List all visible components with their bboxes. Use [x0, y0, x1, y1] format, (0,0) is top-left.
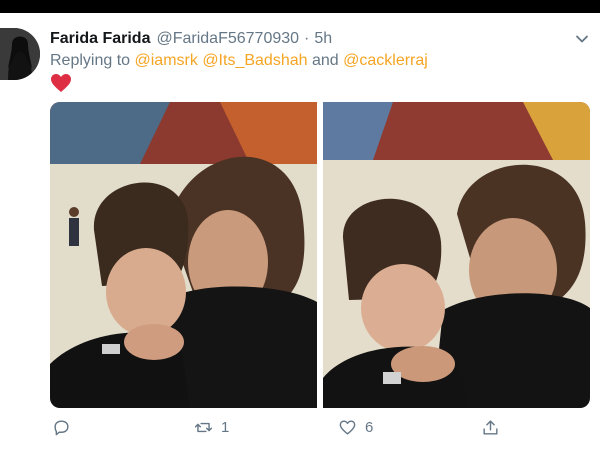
retweet-count: 1	[221, 419, 230, 436]
red-heart-emoji	[51, 74, 71, 92]
mention-link[interactable]: @Its_Badshah	[202, 52, 307, 69]
timestamp[interactable]: 5h	[314, 30, 332, 48]
reply-icon	[54, 420, 69, 436]
display-name[interactable]: Farida Farida	[50, 30, 150, 48]
retweet-icon	[194, 422, 213, 433]
like-count: 6	[365, 419, 374, 436]
tweet-header: Farida Farida @FaridaF56770930 · 5h	[50, 28, 332, 50]
share-icon	[483, 420, 498, 435]
replying-prefix: Replying to	[50, 52, 131, 69]
like-icon	[339, 420, 356, 435]
top-bar	[0, 0, 600, 13]
reply-button[interactable]	[52, 418, 79, 437]
user-handle[interactable]: @FaridaF56770930	[156, 30, 299, 48]
mention-joiner: and	[311, 52, 339, 69]
avatar[interactable]	[0, 28, 40, 80]
replying-to: Replying to @iamsrk @Its_Badshah and @ca…	[50, 52, 428, 70]
photo-2-image	[323, 102, 590, 408]
mention-link[interactable]: @iamsrk	[135, 52, 198, 69]
photo-1-image	[50, 102, 317, 408]
photo-2[interactable]	[323, 102, 590, 408]
separator-dot: ·	[304, 30, 310, 47]
photo-1[interactable]	[50, 102, 317, 408]
chevron-down-icon[interactable]	[574, 31, 590, 47]
mention-link[interactable]: @cacklerraj	[343, 52, 428, 69]
media-grid	[50, 102, 590, 408]
retweet-button[interactable]: 1	[194, 418, 229, 437]
share-button[interactable]	[481, 418, 508, 437]
avatar-image	[0, 28, 40, 80]
tweet-actions: 1 6	[0, 418, 600, 444]
like-button[interactable]: 6	[338, 418, 373, 437]
